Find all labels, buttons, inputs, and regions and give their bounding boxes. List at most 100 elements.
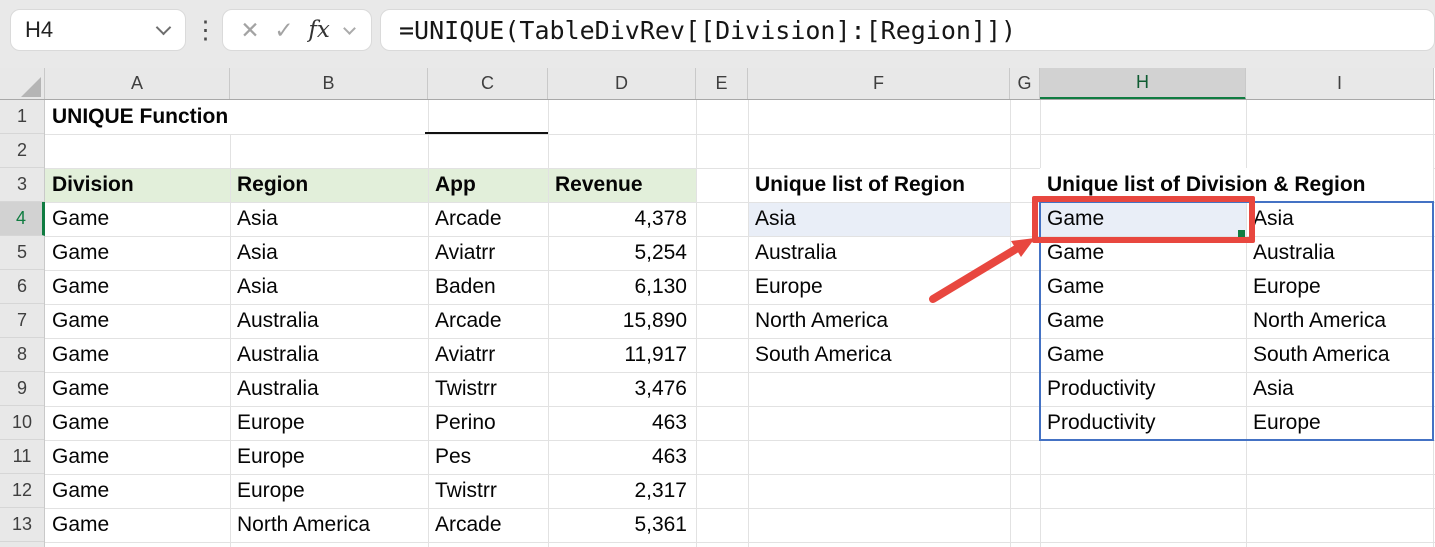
cell-a8[interactable]: Game [45, 338, 230, 372]
cell-c8[interactable]: Aviatrr [428, 338, 548, 372]
row-header-5[interactable]: 5 [0, 236, 44, 270]
name-box[interactable]: H4 [10, 9, 186, 51]
cell-d7[interactable]: 15,890 [548, 304, 696, 338]
cell-a3-header[interactable]: Division [45, 168, 230, 202]
select-all-corner[interactable] [0, 68, 45, 100]
row-header-8[interactable]: 8 [0, 338, 44, 372]
column-header-f[interactable]: F [748, 68, 1010, 99]
cell-i6[interactable]: Europe [1246, 270, 1433, 304]
cell-i5[interactable]: Australia [1246, 236, 1433, 270]
cell-d13[interactable]: 5,361 [548, 508, 696, 542]
row-header-4[interactable]: 4 [0, 202, 45, 236]
column-header-b[interactable]: B [230, 68, 428, 99]
cell-d9[interactable]: 3,476 [548, 372, 696, 406]
cell-b12[interactable]: Europe [230, 474, 428, 508]
cell-b4[interactable]: Asia [230, 202, 428, 236]
column-header-d[interactable]: D [548, 68, 696, 99]
cell-d10[interactable]: 463 [548, 406, 696, 440]
cell-c10[interactable]: Perino [428, 406, 548, 440]
cell-d11[interactable]: 463 [548, 440, 696, 474]
cell-c12[interactable]: Twistrr [428, 474, 548, 508]
fill-handle[interactable] [1238, 230, 1245, 237]
formula-text[interactable]: =UNIQUE(TableDivRev[[Division]:[Region]]… [381, 16, 1016, 45]
cell-d4[interactable]: 4,378 [548, 202, 696, 236]
cell-h5[interactable]: Game [1040, 236, 1246, 270]
cell-h7[interactable]: Game [1040, 304, 1246, 338]
enter-icon[interactable]: ✓ [274, 17, 293, 44]
cell-f8[interactable]: South America [748, 338, 1010, 372]
insert-function-icon[interactable]: fx [308, 17, 329, 43]
cell-h9[interactable]: Productivity [1040, 372, 1246, 406]
cell-a11[interactable]: Game [45, 440, 230, 474]
cell-b5[interactable]: Asia [230, 236, 428, 270]
cell-b3-header[interactable]: Region [230, 168, 428, 202]
cell-c6[interactable]: Baden [428, 270, 548, 304]
cell-c13[interactable]: Arcade [428, 508, 548, 542]
cell-a9[interactable]: Game [45, 372, 230, 406]
cell-f5[interactable]: Australia [748, 236, 1010, 270]
cell-d5[interactable]: 5,254 [548, 236, 696, 270]
cell-a7[interactable]: Game [45, 304, 230, 338]
cell-d12[interactable]: 2,317 [548, 474, 696, 508]
cell-d8[interactable]: 11,917 [548, 338, 696, 372]
cell-f6[interactable]: Europe [748, 270, 1010, 304]
cell-f7[interactable]: North America [748, 304, 1010, 338]
cell-b10[interactable]: Europe [230, 406, 428, 440]
cell-h6[interactable]: Game [1040, 270, 1246, 304]
cell-c3-header[interactable]: App [428, 168, 548, 202]
cell-a13[interactable]: Game [45, 508, 230, 542]
cell-b6[interactable]: Asia [230, 270, 428, 304]
row-header-11[interactable]: 11 [0, 440, 44, 474]
cell-a4[interactable]: Game [45, 202, 230, 236]
column-header-c[interactable]: C [428, 68, 548, 99]
cell-c9[interactable]: Twistrr [428, 372, 548, 406]
cell-a6[interactable]: Game [45, 270, 230, 304]
cell-f3-title[interactable]: Unique list of Region [748, 168, 1010, 202]
cell-a12[interactable]: Game [45, 474, 230, 508]
cell-b11[interactable]: Europe [230, 440, 428, 474]
cell-b9[interactable]: Australia [230, 372, 428, 406]
name-box-chevron-down-icon[interactable] [155, 19, 172, 35]
row-header-2[interactable]: 2 [0, 134, 44, 168]
column-header-h[interactable]: H [1040, 68, 1246, 100]
cell-i4[interactable]: Asia [1246, 202, 1433, 236]
column-header-e[interactable]: E [696, 68, 748, 99]
column-header-i[interactable]: I [1246, 68, 1434, 99]
cell-i10[interactable]: Europe [1246, 406, 1433, 440]
cell-f4[interactable]: Asia [748, 202, 1010, 236]
cell-a10[interactable]: Game [45, 406, 230, 440]
name-box-value[interactable]: H4 [11, 17, 158, 43]
more-options-icon[interactable]: ⋮ [193, 0, 218, 60]
cell-h3-title[interactable]: Unique list of Division & Region [1040, 168, 1433, 201]
cell-i7[interactable]: North America [1246, 304, 1433, 338]
cell-c4[interactable]: Arcade [428, 202, 548, 236]
row-header-7[interactable]: 7 [0, 304, 44, 338]
cell-i9[interactable]: Asia [1246, 372, 1433, 406]
cell-d3-header[interactable]: Revenue [548, 168, 696, 202]
formula-bar[interactable]: =UNIQUE(TableDivRev[[Division]:[Region]]… [380, 9, 1435, 51]
cell-b13[interactable]: North America [230, 508, 428, 542]
cell-b7[interactable]: Australia [230, 304, 428, 338]
cell-a1-title[interactable]: UNIQUE Function [45, 100, 425, 134]
cell-b8[interactable]: Australia [230, 338, 428, 372]
cell-a5[interactable]: Game [45, 236, 230, 270]
row-header-10[interactable]: 10 [0, 406, 44, 440]
cell-i8[interactable]: South America [1246, 338, 1433, 372]
row-header-13[interactable]: 13 [0, 508, 44, 542]
row-header-3[interactable]: 3 [0, 168, 44, 202]
cell-h8[interactable]: Game [1040, 338, 1246, 372]
row-header-12[interactable]: 12 [0, 474, 44, 508]
row-header-6[interactable]: 6 [0, 270, 44, 304]
cell-c5[interactable]: Aviatrr [428, 236, 548, 270]
cell-h10[interactable]: Productivity [1040, 406, 1246, 440]
cancel-icon[interactable]: ✕ [240, 17, 259, 44]
cell-d6[interactable]: 6,130 [548, 270, 696, 304]
cell-h4[interactable]: Game [1040, 202, 1246, 236]
row-header-9[interactable]: 9 [0, 372, 44, 406]
cell-c7[interactable]: Arcade [428, 304, 548, 338]
row-header-1[interactable]: 1 [0, 100, 44, 134]
column-header-a[interactable]: A [45, 68, 230, 99]
fx-chevron-down-icon[interactable] [342, 21, 356, 35]
column-header-g[interactable]: G [1010, 68, 1040, 99]
cell-c11[interactable]: Pes [428, 440, 548, 474]
